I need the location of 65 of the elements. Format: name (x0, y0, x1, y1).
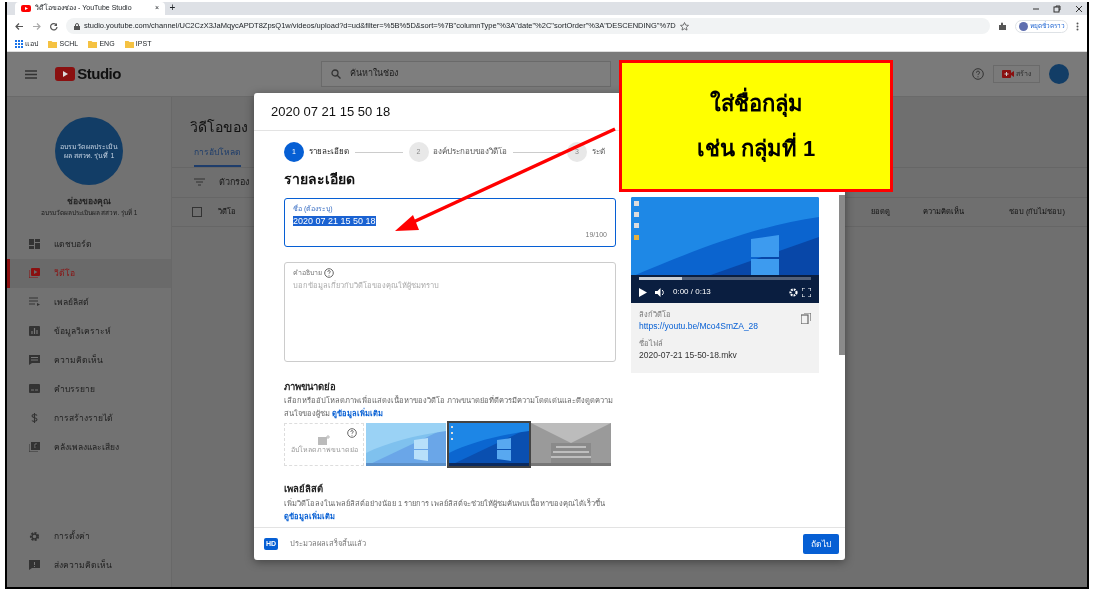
dashboard-icon (29, 239, 40, 249)
menu-dots-icon[interactable] (1076, 21, 1079, 31)
filter-field[interactable]: ตัวกรอง (218, 175, 249, 189)
next-button[interactable]: ถัดไป (803, 533, 839, 555)
restore-icon[interactable] (1053, 4, 1061, 13)
page-title: วิดีโอของ (190, 118, 248, 137)
play-icon[interactable] (639, 287, 647, 297)
folder-icon (88, 40, 98, 48)
sidebar-item[interactable]: คำบรรยาย (7, 374, 171, 404)
lock-icon (74, 22, 80, 30)
avatar-icon (1018, 21, 1028, 31)
music-library-icon (29, 442, 40, 452)
fullscreen-icon[interactable] (802, 287, 811, 297)
close-icon[interactable] (1074, 4, 1083, 13)
copy-icon[interactable] (801, 313, 811, 324)
back-icon[interactable] (15, 21, 24, 31)
search-icon[interactable] (330, 69, 341, 79)
search-field[interactable]: ค้นหาในช่อง (320, 61, 611, 87)
video-progress-bar[interactable] (639, 277, 811, 280)
select-all-checkbox[interactable] (192, 206, 202, 217)
feedback-icon (29, 560, 40, 571)
puzzle-icon[interactable] (998, 21, 1008, 31)
chart-icon (29, 326, 40, 336)
section-heading: เพลย์ลิสต์ (284, 482, 324, 497)
gear-icon (29, 531, 40, 542)
folder-icon (124, 40, 134, 48)
video-time: 0:00 / 0:13 (673, 286, 711, 298)
video-icon (29, 268, 40, 278)
video-link[interactable]: https://youtu.be/Mco4SmZA_28 (639, 320, 759, 333)
help-icon[interactable] (971, 68, 984, 80)
channel-title: ช่องของคุณ (66, 195, 112, 208)
help-icon[interactable] (324, 268, 335, 279)
star-icon[interactable] (679, 21, 689, 31)
sidebar-item[interactable]: คลังเพลงและเสียง (7, 432, 171, 462)
subtitles-icon (29, 384, 40, 394)
reload-icon[interactable] (49, 21, 58, 31)
callout-text: เช่น กลุ่มที่ 1 (696, 132, 816, 165)
menu-icon[interactable] (25, 69, 37, 79)
sidebar-item[interactable]: ความคิดเห็น (7, 345, 171, 375)
sidebar-item[interactable]: ส่งความคิดเห็น (7, 551, 171, 580)
gear-icon[interactable] (788, 287, 798, 297)
scrollbar[interactable] (839, 195, 845, 355)
sidebar-item[interactable]: เพลย์ลิสต์ (7, 287, 171, 317)
new-tab-button[interactable]: + (169, 2, 176, 15)
sidebar-item[interactable]: ข้อมูลวิเคราะห์ (7, 316, 171, 346)
sidebar-item[interactable]: การสร้างรายได้ (7, 403, 171, 433)
add-image-icon (318, 434, 330, 445)
file-name: 2020-07-21 15-50-18.mkv (639, 349, 738, 362)
help-icon[interactable] (347, 428, 357, 439)
sidebar-item[interactable]: แดชบอร์ด (7, 229, 171, 259)
folder-icon (48, 40, 58, 48)
search-placeholder: ค้นหาในช่อง (349, 67, 398, 81)
comment-icon (29, 355, 40, 365)
playlist-icon (29, 297, 40, 307)
logo-text: Studio (77, 63, 121, 84)
youtube-icon (21, 5, 31, 12)
sidebar-item[interactable]: การตั้งค่า (7, 522, 171, 551)
camera-plus-icon (1001, 70, 1014, 78)
play-logo-icon (55, 67, 75, 81)
apps-grid-icon (15, 40, 23, 48)
account-avatar-icon[interactable] (1049, 64, 1069, 84)
volume-icon[interactable] (655, 287, 665, 297)
section-heading: ภาพขนาดย่อ (284, 380, 337, 394)
section-heading: รายละเอียด (284, 170, 356, 189)
dollar-icon (29, 413, 40, 423)
